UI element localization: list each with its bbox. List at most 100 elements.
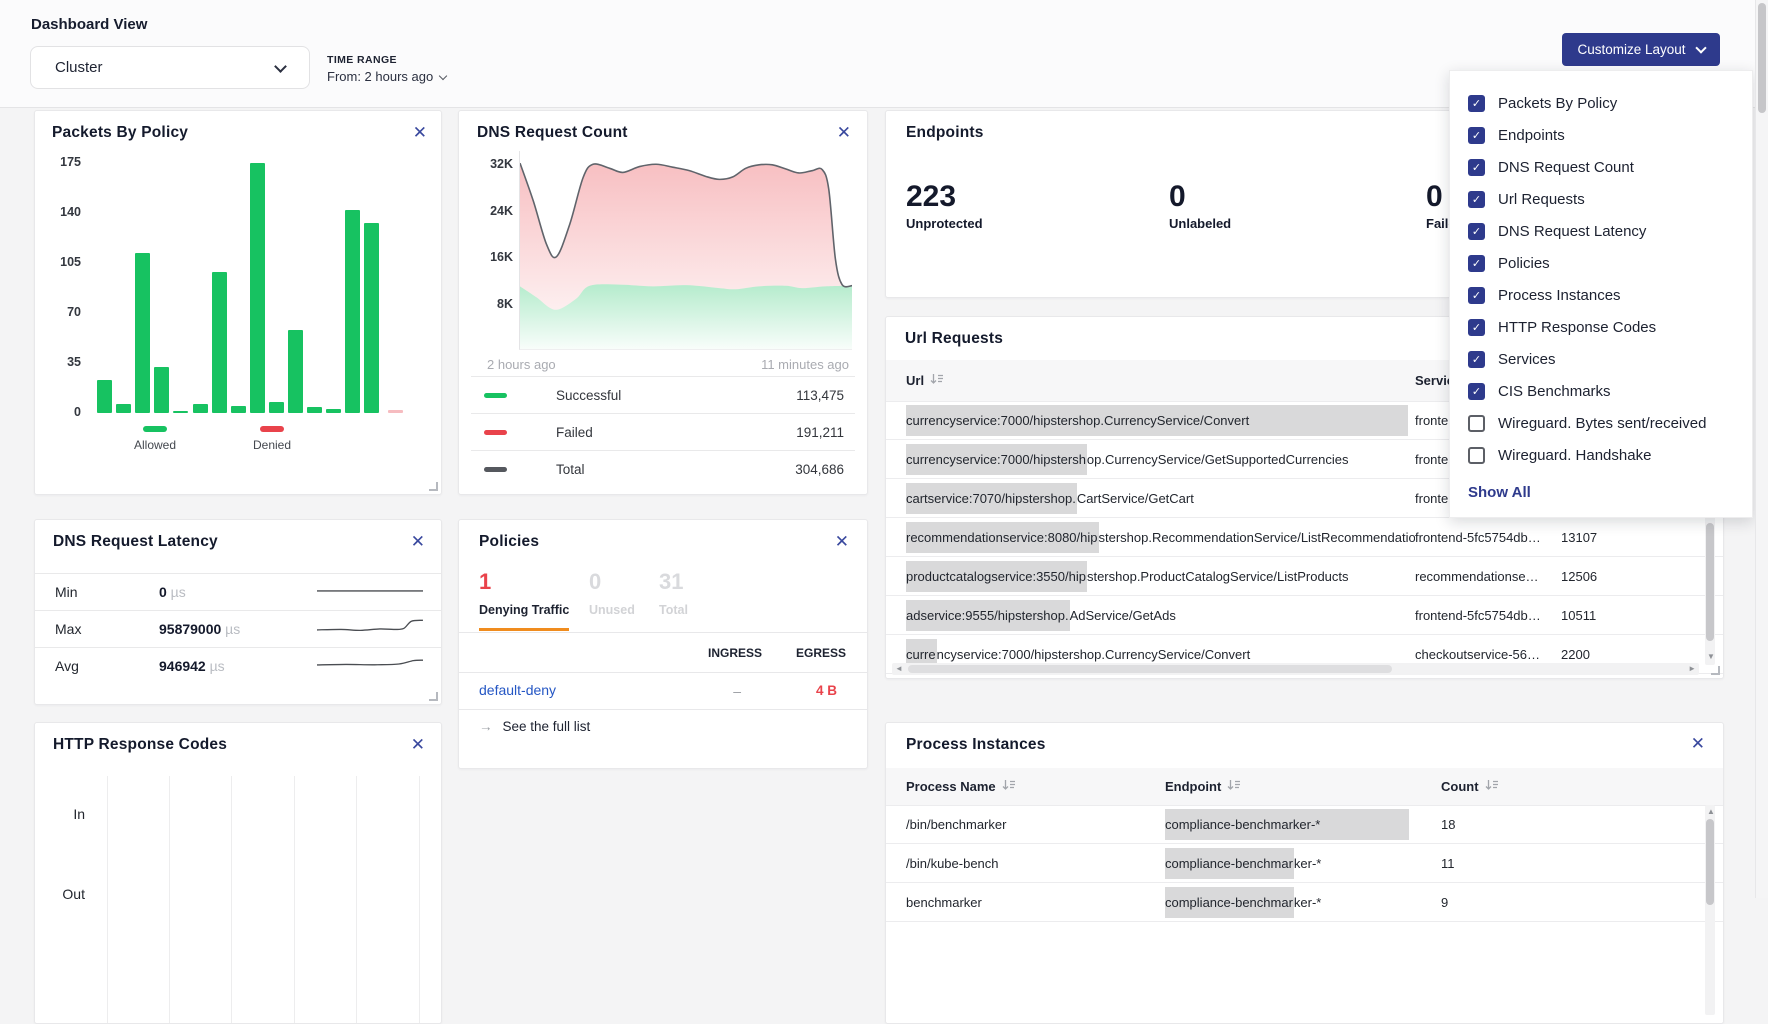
- tab-unused[interactable]: 0Unused: [589, 570, 635, 617]
- column-header-ingress: INGRESS: [708, 646, 762, 660]
- policy-egress-value: 4 B: [816, 683, 837, 698]
- url-cell: adservice:9555/hipstershop.AdService/Get…: [906, 600, 1415, 631]
- sort-icon[interactable]: [1002, 779, 1016, 794]
- checkbox-checked[interactable]: ✓: [1468, 159, 1485, 176]
- menu-item[interactable]: ✓Policies: [1468, 247, 1752, 279]
- legend-swatch: [484, 393, 507, 398]
- checkbox-checked[interactable]: ✓: [1468, 191, 1485, 208]
- latency-unit: µs: [167, 584, 186, 600]
- menu-item[interactable]: ✓DNS Request Count: [1468, 151, 1752, 183]
- legend-swatch: [260, 426, 284, 432]
- time-range-value: From: 2 hours ago: [327, 69, 433, 84]
- view-selector[interactable]: Cluster: [30, 46, 310, 89]
- close-icon[interactable]: ✕: [411, 533, 425, 550]
- checkbox-unchecked[interactable]: [1468, 415, 1485, 432]
- scrollbar-thumb[interactable]: [1758, 3, 1766, 113]
- sort-icon[interactable]: [930, 373, 944, 388]
- scrollbar-thumb[interactable]: [1706, 523, 1714, 641]
- menu-item[interactable]: ✓ DNS Request Latency: [1468, 215, 1752, 247]
- see-full-list-link[interactable]: → See the full list: [479, 719, 590, 734]
- menu-item[interactable]: ✓ Services: [1468, 343, 1752, 375]
- scroll-right-icon[interactable]: ►: [1688, 665, 1696, 673]
- menu-item[interactable]: ✓HTTP Response Codes: [1468, 311, 1752, 343]
- column-header-process-name[interactable]: Process Name: [906, 779, 1165, 794]
- checkbox-checked[interactable]: ✓: [1468, 127, 1485, 144]
- latency-row: Min0 µs: [35, 573, 441, 610]
- url-text: stershop.ProductCatalogService/ListProdu…: [1087, 569, 1349, 584]
- resize-handle[interactable]: [429, 692, 438, 701]
- checkbox-checked[interactable]: ✓: [1468, 287, 1485, 304]
- x-axis-label-end: 11 minutes ago: [761, 357, 849, 372]
- table-row: adservice:9555/hipstershop.AdService/Get…: [886, 596, 1723, 635]
- close-icon[interactable]: ✕: [837, 124, 851, 141]
- close-icon[interactable]: ✕: [1691, 735, 1705, 752]
- close-icon[interactable]: ✕: [835, 533, 849, 550]
- bar-allowed: [364, 223, 379, 413]
- close-icon[interactable]: ✕: [411, 736, 425, 753]
- checkbox-unchecked[interactable]: [1468, 447, 1485, 464]
- chevron-down-icon: [274, 60, 287, 73]
- column-header-count[interactable]: Count: [1441, 779, 1723, 794]
- time-range-control[interactable]: TIME RANGE From: 2 hours ago: [327, 54, 446, 84]
- vertical-scrollbar[interactable]: ▲: [1705, 805, 1715, 1015]
- scrollbar-thumb[interactable]: [908, 665, 1392, 673]
- menu-item[interactable]: ✓Url Requests: [1468, 183, 1752, 215]
- menu-item[interactable]: Wireguard. Bytes sent/received: [1468, 407, 1752, 439]
- scroll-up-icon[interactable]: ▲: [1707, 808, 1715, 816]
- checkbox-checked[interactable]: ✓: [1468, 223, 1485, 240]
- highlighted-text: compliance-benchmar: [1165, 848, 1294, 879]
- menu-item[interactable]: ✓Packets By Policy: [1468, 87, 1752, 119]
- bar-denied: [388, 410, 403, 413]
- page-scrollbar[interactable]: [1755, 0, 1768, 898]
- y-axis-tick: 140: [47, 205, 81, 219]
- endpoint-text: ker-*: [1294, 856, 1321, 871]
- horizontal-scrollbar[interactable]: ◄ ►: [892, 663, 1699, 675]
- bar-allowed: [326, 409, 341, 413]
- close-icon[interactable]: ✕: [413, 124, 427, 141]
- service-cell: recommendationse…: [1415, 569, 1561, 584]
- legend-row: Total304,686: [471, 450, 855, 488]
- column-header-url[interactable]: Url: [906, 373, 1415, 388]
- divider: [459, 632, 867, 633]
- scrollbar-thumb[interactable]: [1706, 819, 1714, 905]
- checkbox-checked[interactable]: ✓: [1468, 351, 1485, 368]
- tab-denying-traffic[interactable]: 1Denying Traffic: [479, 570, 569, 617]
- sort-icon[interactable]: [1227, 779, 1241, 794]
- customize-layout-button[interactable]: Customize Layout: [1562, 33, 1720, 66]
- legend-value: 191,211: [796, 425, 844, 440]
- menu-item[interactable]: ✓Process Instances: [1468, 279, 1752, 311]
- latency-unit: µs: [206, 658, 225, 674]
- menu-item-label: Services: [1498, 351, 1556, 368]
- url-cell: currencyservice:7000/hipstershop.Currenc…: [906, 444, 1415, 475]
- tab-value: 0: [589, 570, 635, 594]
- sort-icon[interactable]: [1485, 779, 1499, 794]
- metric-label: Unprotected: [906, 216, 983, 231]
- latency-unit: µs: [221, 621, 240, 637]
- show-all-link[interactable]: Show All: [1468, 484, 1752, 501]
- resize-handle[interactable]: [429, 482, 438, 491]
- customize-menu-list: ✓Packets By Policy✓Endpoints✓DNS Request…: [1468, 87, 1752, 471]
- endpoint-cell: compliance-benchmarker-*: [1165, 809, 1441, 840]
- menu-item[interactable]: Wireguard. Handshake: [1468, 439, 1752, 471]
- process-name-cell: /bin/kube-bench: [906, 856, 1165, 871]
- tab-total[interactable]: 31Total: [659, 570, 688, 617]
- menu-item[interactable]: ✓CIS Benchmarks: [1468, 375, 1752, 407]
- checkbox-checked[interactable]: ✓: [1468, 383, 1485, 400]
- checkbox-checked[interactable]: ✓: [1468, 319, 1485, 336]
- process-table-header: Process Name Endpoint Count: [886, 768, 1723, 806]
- policy-link-default-deny[interactable]: default-deny: [479, 682, 556, 698]
- y-axis-tick: 70: [47, 305, 81, 319]
- checkbox-checked[interactable]: ✓: [1468, 95, 1485, 112]
- column-header-endpoint[interactable]: Endpoint: [1165, 779, 1441, 794]
- legend-swatch: [143, 426, 167, 432]
- menu-item-label: DNS Request Latency: [1498, 223, 1646, 240]
- resize-handle[interactable]: [1711, 666, 1720, 675]
- menu-item[interactable]: ✓Endpoints: [1468, 119, 1752, 151]
- url-text: stershop.RecommendationService/ListRecom…: [1099, 530, 1416, 545]
- scroll-down-icon[interactable]: ▼: [1707, 653, 1715, 661]
- checkbox-checked[interactable]: ✓: [1468, 255, 1485, 272]
- count-cell: 12506: [1561, 569, 1723, 584]
- scroll-left-icon[interactable]: ◄: [895, 665, 903, 673]
- latency-rows: Min0 µsMax95879000 µsAvg946942 µs: [35, 573, 441, 684]
- process-name-cell: /bin/benchmarker: [906, 817, 1165, 832]
